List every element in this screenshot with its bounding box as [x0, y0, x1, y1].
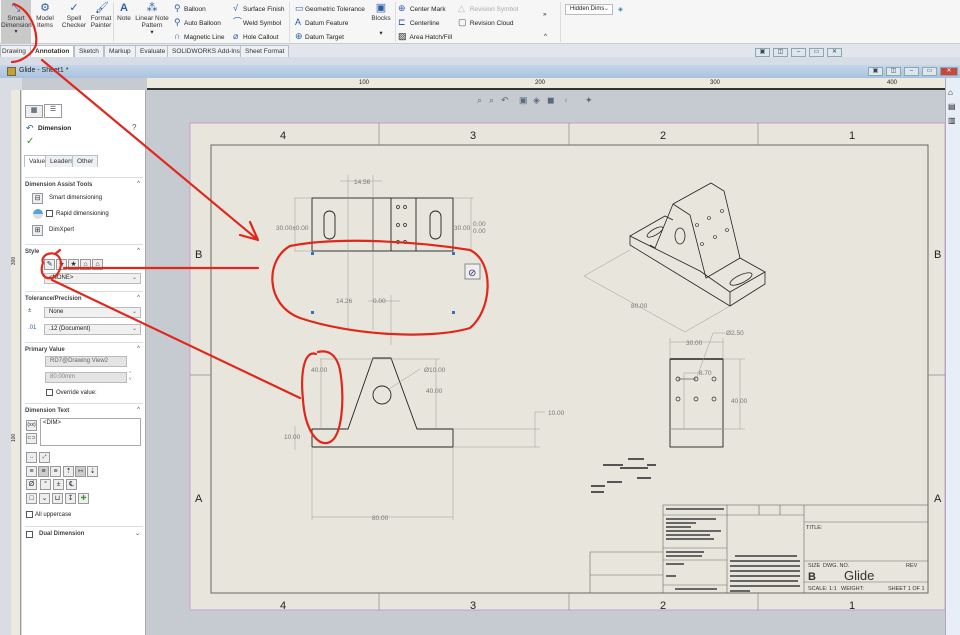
zone-label: 1	[849, 600, 855, 612]
dimension-text: 30.00±0.00	[276, 225, 309, 232]
dimension-text: 0.00	[473, 221, 486, 228]
scale-label: SCALE: 1:1	[808, 586, 837, 592]
zone-label: 3	[470, 130, 476, 142]
zone-label: B	[195, 249, 202, 261]
dimension-text: 40.00	[731, 398, 748, 405]
zone-label: 2	[660, 130, 666, 142]
zone-label: 2	[660, 600, 666, 612]
hide-show-icon: ◐	[564, 95, 569, 105]
dimension-text: 40.00	[426, 388, 443, 395]
appearance-icon: ✦	[585, 95, 593, 105]
section-view-icon: ▣	[519, 95, 528, 105]
weight-label: WEIGHT:	[841, 586, 864, 592]
title-label: TITLE:	[806, 525, 823, 531]
dimension-text: 14.56	[354, 179, 371, 186]
zone-label: 1	[849, 130, 855, 142]
dimension-text: 30.00	[454, 225, 471, 232]
zone-label: B	[934, 249, 941, 261]
drawing-canvas: ⌕ ⌕ ↶ ▣ ◈ ◼ ◐ ✦ 4 3 2 1 4 3 2 1 B B A A 14	[10, 2, 946, 612]
zone-label: 4	[280, 130, 286, 142]
zoom-area-icon: ⌕	[489, 95, 494, 105]
heads-up-view-toolbar[interactable]: ⌕ ⌕ ↶ ▣ ◈ ◼ ◐ ✦	[477, 95, 593, 105]
dimension-text: 40.00	[311, 367, 328, 374]
circle-style-button	[40, 248, 62, 280]
dimension-text: Ø2.50	[726, 330, 744, 337]
zone-label: A	[934, 493, 942, 505]
dimension-text: 80.00	[372, 515, 389, 522]
dimension-text: 10.00	[284, 434, 301, 441]
view-orientation-icon: ◈	[533, 95, 540, 105]
rev-label: REV	[906, 563, 918, 569]
display-style-icon: ◼	[547, 95, 554, 105]
dimension-text: 30.00	[686, 340, 703, 347]
size-label: SIZE	[808, 563, 821, 569]
palette-glyph: ⊘	[468, 268, 476, 279]
dimension-text: Ø10.00	[424, 367, 446, 374]
zone-label: 4	[280, 600, 286, 612]
circle-smart-dimension	[10, 2, 38, 64]
zoom-to-fit-icon: ⌕	[477, 95, 482, 105]
sheet-number-label: SHEET 1 OF 1	[888, 586, 925, 592]
previous-view-icon: ↶	[501, 95, 509, 105]
dimension-text: 14.26	[336, 298, 353, 305]
drawing-number-value: Glide	[844, 568, 874, 583]
dimension-text: 10.00	[548, 410, 565, 417]
zone-label: A	[195, 493, 203, 505]
dimension-text: 8.70	[699, 370, 712, 377]
dimension-text: 0.00	[473, 228, 486, 235]
sheet-size-value: B	[808, 571, 816, 583]
zone-label: 3	[470, 600, 476, 612]
dimension-text: 80.00	[631, 303, 648, 310]
dimension-text: 0.00	[373, 298, 386, 305]
